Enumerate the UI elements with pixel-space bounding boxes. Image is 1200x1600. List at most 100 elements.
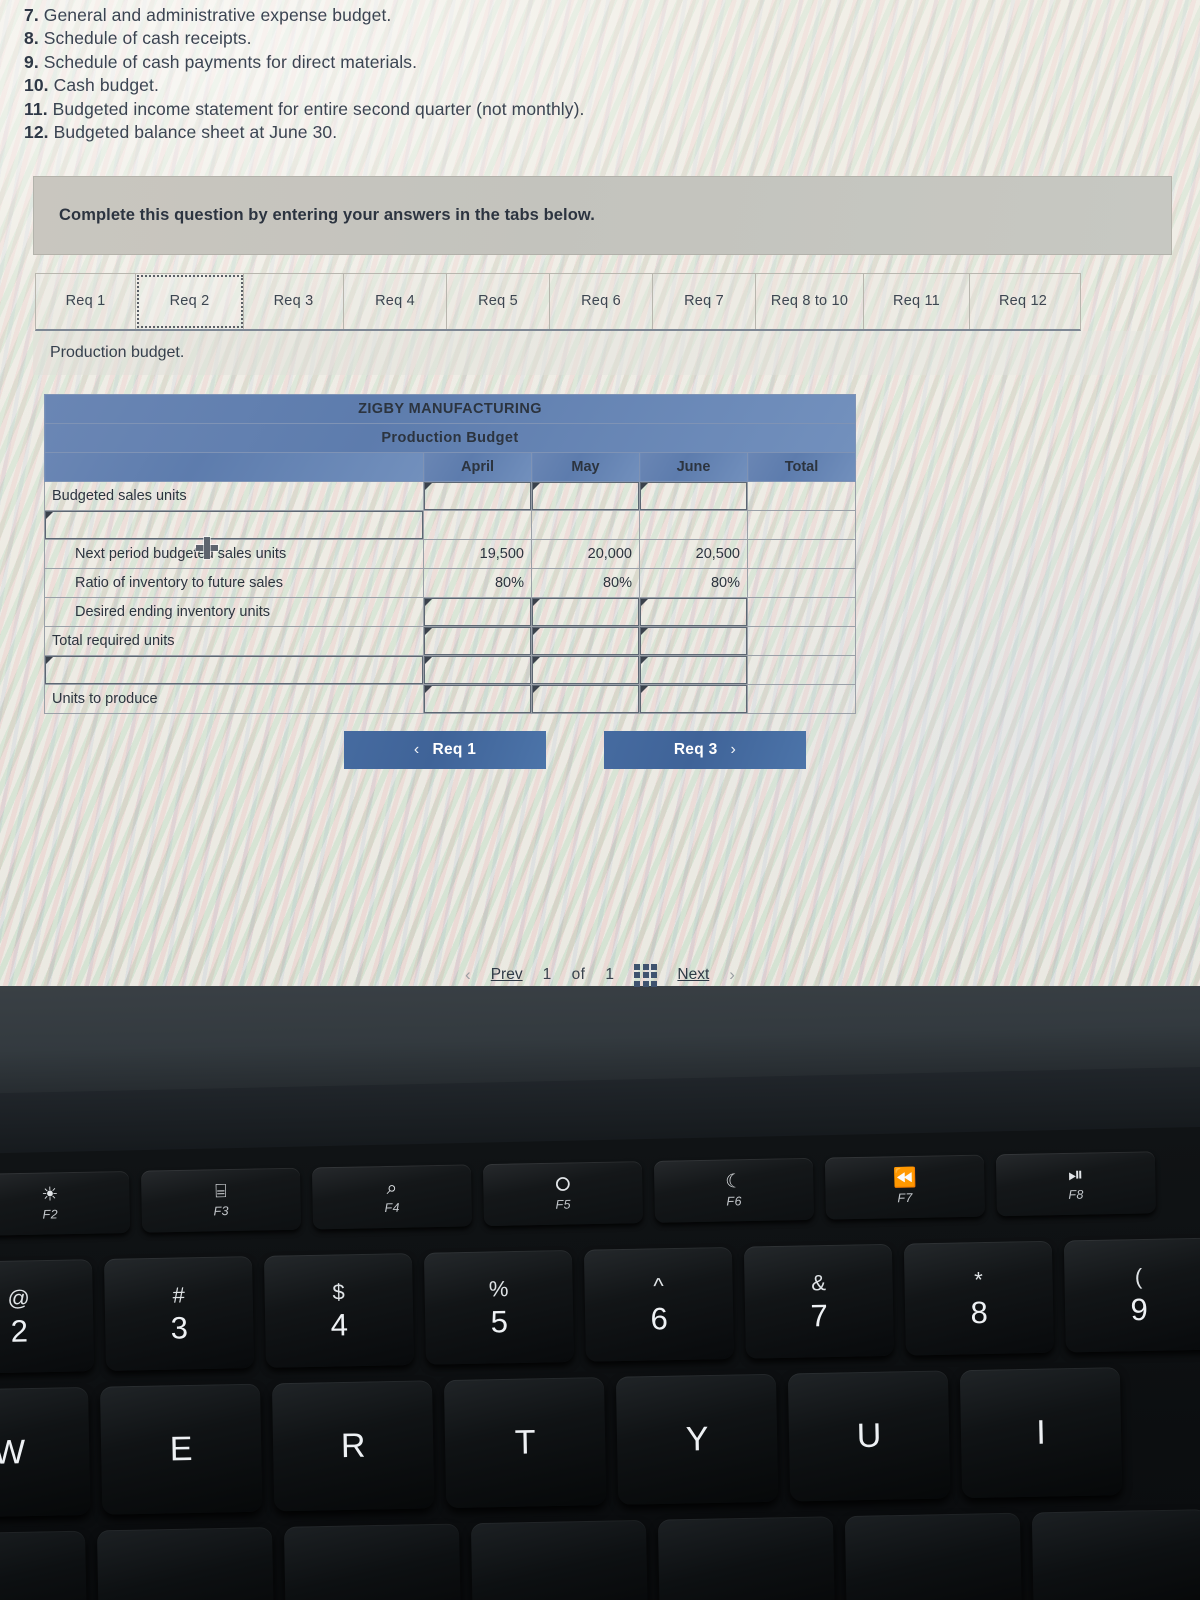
- key-f3[interactable]: ⌸ F3: [140, 1167, 302, 1233]
- key-partial[interactable]: [470, 1519, 648, 1600]
- requirement-list-item: 7. General and administrative expense bu…: [24, 4, 1200, 27]
- key-f2[interactable]: ☀ F2: [0, 1170, 131, 1236]
- tab-req-11[interactable]: Req 11: [864, 273, 970, 329]
- key-f8[interactable]: ⏯ F8: [995, 1151, 1156, 1217]
- row-label: Ratio of inventory to future sales: [44, 567, 424, 598]
- input-cell[interactable]: [639, 683, 748, 714]
- input-cell[interactable]: [531, 596, 640, 627]
- pager-next-button[interactable]: Next: [677, 966, 709, 984]
- key-y[interactable]: Y: [615, 1373, 779, 1505]
- requirement-tab-bar[interactable]: Req 1 Req 2 Req 3 Req 4 Req 5 Req 6 Req 7 Req 8…: [35, 272, 1081, 331]
- key-f6[interactable]: ☾ F6: [653, 1157, 815, 1223]
- key-primary-legend: 9: [1130, 1291, 1149, 1327]
- key-primary-legend: 3: [170, 1309, 189, 1346]
- function-key-label: F7: [897, 1190, 913, 1206]
- tab-req-2[interactable]: Req 2: [136, 273, 244, 329]
- key-w[interactable]: W: [0, 1386, 91, 1518]
- tab-label: Req 5: [478, 293, 518, 310]
- key-f7[interactable]: ⏪ F7: [824, 1154, 986, 1220]
- pager-of-label: of: [571, 966, 586, 984]
- next-requirement-button[interactable]: Req 3 ›: [604, 730, 806, 769]
- key-7[interactable]: & 7: [743, 1243, 894, 1359]
- requirement-navigation: ‹ Req 1 Req 3 ›: [0, 730, 1200, 769]
- input-cell[interactable]: [639, 480, 748, 511]
- key-shift-legend: (: [1134, 1263, 1143, 1289]
- input-cell[interactable]: [531, 625, 640, 656]
- tab-req-1[interactable]: Req 1: [36, 273, 136, 329]
- row-label-dropdown[interactable]: [44, 509, 424, 540]
- prev-requirement-button[interactable]: ‹ Req 1: [344, 730, 546, 769]
- table-row: Next period budgeted sales units 19,500 20…: [44, 538, 856, 569]
- input-cell[interactable]: [639, 654, 748, 685]
- key-shift-legend: #: [172, 1281, 186, 1308]
- input-cell[interactable]: [531, 480, 640, 511]
- key-4[interactable]: $4: [263, 1253, 415, 1368]
- key-u[interactable]: U: [787, 1370, 951, 1502]
- input-cell[interactable]: [639, 625, 748, 656]
- key-6[interactable]: ^ 6: [583, 1246, 735, 1362]
- input-cell[interactable]: [639, 596, 748, 627]
- grid-view-icon[interactable]: [634, 963, 658, 987]
- subtitle-band: Production budget.: [33, 330, 1172, 375]
- pager-chevron-left-icon[interactable]: ‹: [465, 965, 471, 985]
- key-partial[interactable]: [1031, 1509, 1200, 1600]
- microphone-icon: ⭘: [555, 1174, 571, 1196]
- tab-req-6[interactable]: Req 6: [550, 273, 653, 329]
- key-8[interactable]: * 8: [903, 1240, 1054, 1356]
- pager-prev-button[interactable]: Prev: [491, 966, 523, 984]
- value-cell: [747, 596, 856, 627]
- table-head: ZIGBY MANUFACTURING Production Budget Ap…: [44, 393, 856, 482]
- tab-req-3[interactable]: Req 3: [244, 273, 344, 329]
- tab-req-8-to-10[interactable]: Req 8 to 10: [756, 273, 864, 329]
- key-shift-legend: @: [7, 1284, 31, 1311]
- chevron-right-icon: ›: [730, 740, 737, 758]
- input-cell[interactable]: [423, 480, 532, 511]
- input-cell[interactable]: [423, 683, 532, 714]
- key-i[interactable]: I: [959, 1367, 1123, 1499]
- table-report-row: Production Budget: [44, 422, 856, 453]
- tab-label: Req 11: [893, 293, 940, 310]
- key-r[interactable]: R: [271, 1380, 435, 1512]
- requirement-text: Budgeted balance sheet at June 30.: [53, 122, 338, 143]
- value-cell: 80%: [531, 567, 640, 598]
- key-t[interactable]: T: [443, 1377, 607, 1509]
- key-2[interactable]: @2: [0, 1259, 95, 1374]
- tab-label: Req 2: [169, 293, 210, 310]
- input-cell[interactable]: [531, 683, 640, 714]
- input-cell[interactable]: [423, 596, 532, 627]
- letter-key-row[interactable]: WERTYUI: [0, 1367, 1123, 1518]
- pager-chevron-right-icon[interactable]: ›: [729, 965, 735, 985]
- input-cell[interactable]: [423, 654, 532, 685]
- production-budget-table: ZIGBY MANUFACTURING Production Budget Ap…: [44, 393, 856, 714]
- do-not-disturb-moon-icon: ☾: [725, 1171, 743, 1193]
- key-3[interactable]: #3: [103, 1256, 255, 1371]
- key-partial[interactable]: [0, 1530, 88, 1600]
- tab-req-12[interactable]: Req 12: [970, 274, 1076, 329]
- key-partial[interactable]: [844, 1512, 1022, 1600]
- key-5[interactable]: % 5: [423, 1249, 575, 1365]
- tab-req-4[interactable]: Req 4: [344, 273, 447, 329]
- tab-req-7[interactable]: Req 7: [653, 273, 756, 329]
- key-e[interactable]: E: [99, 1383, 263, 1515]
- value-cell: 20,500: [639, 538, 748, 569]
- key-f5[interactable]: ⭘ F5: [482, 1161, 644, 1227]
- instruction-banner: Complete this question by entering your …: [33, 175, 1172, 255]
- function-key-label: F5: [555, 1197, 572, 1212]
- value-cell: [747, 625, 856, 656]
- key-partial[interactable]: [283, 1523, 462, 1600]
- key-shift-legend: &: [810, 1269, 827, 1295]
- table-row: Desired ending inventory units: [44, 596, 856, 627]
- requirement-text: General and administrative expense budge…: [43, 5, 392, 25]
- key-f4[interactable]: ⌕ F4: [311, 1164, 473, 1230]
- row-label-dropdown[interactable]: [44, 654, 424, 685]
- prev-requirement-label: Req 1: [432, 740, 477, 758]
- key-9[interactable]: (9: [1063, 1237, 1200, 1353]
- input-cell[interactable]: [423, 625, 532, 656]
- tab-label: Req 7: [684, 293, 724, 310]
- tab-req-5[interactable]: Req 5: [447, 273, 550, 329]
- next-requirement-label: Req 3: [673, 740, 718, 758]
- value-cell: [747, 538, 856, 569]
- input-cell[interactable]: [531, 654, 640, 685]
- key-partial[interactable]: [96, 1527, 275, 1600]
- key-partial[interactable]: [657, 1516, 835, 1600]
